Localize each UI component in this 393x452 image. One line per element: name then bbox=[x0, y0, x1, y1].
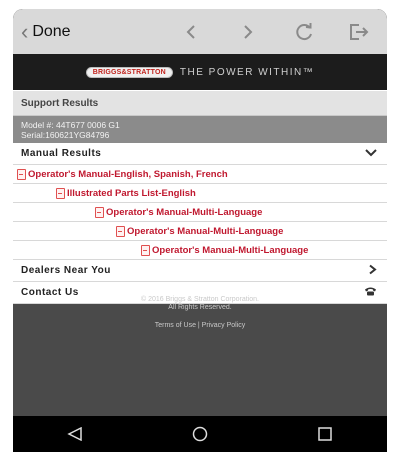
manual-link-2[interactable]: Illustrated Parts List-English bbox=[56, 187, 196, 199]
rights-text: All Rights Reserved. bbox=[168, 304, 232, 311]
manual-link-label: Operator's Manual-Multi-Language bbox=[127, 225, 284, 237]
manual-link-label: Operator's Manual-Multi-Language bbox=[152, 244, 309, 256]
manual-link-3[interactable]: Operator's Manual-Multi-Language bbox=[95, 206, 263, 218]
chevron-down-icon bbox=[365, 148, 377, 160]
pdf-icon bbox=[116, 225, 125, 237]
square-recents-icon bbox=[317, 427, 332, 441]
forward-button[interactable] bbox=[235, 19, 261, 45]
pdf-icon bbox=[17, 168, 26, 180]
chevron-right-icon bbox=[244, 25, 253, 39]
list-item: Operator's Manual-Multi-Language bbox=[13, 203, 387, 222]
page-footer: © 2016 Briggs & Stratton Corporation. Al… bbox=[13, 296, 387, 330]
triangle-back-icon bbox=[67, 427, 83, 441]
refresh-button[interactable] bbox=[291, 19, 317, 45]
manual-results-label: Manual Results bbox=[21, 148, 102, 159]
browser-toolbar: ‹ Done bbox=[13, 9, 387, 54]
done-button[interactable]: ‹ Done bbox=[21, 18, 171, 44]
dealers-near-you-row[interactable]: Dealers Near You bbox=[13, 260, 387, 282]
dealers-label: Dealers Near You bbox=[21, 265, 111, 276]
pdf-icon bbox=[95, 206, 104, 218]
back-button[interactable] bbox=[178, 19, 204, 45]
copyright-text: © 2016 Briggs & Stratton Corporation. bbox=[141, 296, 259, 303]
list-item: Operator's Manual-Multi-Language bbox=[13, 222, 387, 241]
manual-link-5[interactable]: Operator's Manual-Multi-Language bbox=[141, 244, 309, 256]
support-results-title: Support Results bbox=[21, 97, 99, 109]
manual-link-label: Illustrated Parts List-English bbox=[67, 187, 196, 199]
manual-link-label: Operator's Manual-English, Spanish, Fren… bbox=[28, 168, 228, 180]
brand-logo: BRIGGS&STRATTON bbox=[85, 66, 173, 78]
brand-banner: BRIGGS&STRATTON THE POWER WITHIN™ bbox=[13, 54, 387, 90]
share-out-icon bbox=[350, 24, 369, 40]
phone-frame: ‹ Done BRIGGS&STRATTON THE POWER WITHIN™… bbox=[13, 9, 387, 452]
chevron-left-icon bbox=[186, 25, 195, 39]
circle-home-icon bbox=[192, 426, 208, 442]
model-number: Model #: 44T677 0006 G1 bbox=[21, 119, 120, 130]
footer-links[interactable]: Terms of Use | Privacy Policy bbox=[13, 322, 387, 330]
support-results-header: Support Results bbox=[13, 90, 387, 116]
manual-link-4[interactable]: Operator's Manual-Multi-Language bbox=[116, 225, 284, 237]
model-info: Model #: 44T677 0006 G1 Serial:160621YG8… bbox=[13, 116, 387, 143]
serial-number: Serial:160621YG84796 bbox=[21, 129, 110, 140]
results-list: Manual Results Operator's Manual-English… bbox=[13, 143, 387, 304]
nav-home-button[interactable] bbox=[180, 419, 220, 449]
pdf-icon bbox=[141, 244, 150, 256]
share-button[interactable] bbox=[346, 19, 372, 45]
list-item: Operator's Manual-Multi-Language bbox=[13, 241, 387, 260]
android-nav-bar bbox=[13, 416, 387, 452]
list-item: Operator's Manual-English, Spanish, Fren… bbox=[13, 165, 387, 184]
chevron-left-icon: ‹ bbox=[21, 18, 29, 44]
screen: ‹ Done BRIGGS&STRATTON THE POWER WITHIN™… bbox=[13, 9, 387, 452]
brand-tagline: THE POWER WITHIN™ bbox=[179, 66, 315, 78]
done-label: Done bbox=[32, 22, 71, 40]
nav-back-button[interactable] bbox=[55, 419, 95, 449]
manual-results-toggle[interactable]: Manual Results bbox=[13, 143, 387, 165]
manual-link-label: Operator's Manual-Multi-Language bbox=[106, 206, 263, 218]
nav-recents-button[interactable] bbox=[305, 419, 345, 449]
chevron-right-icon bbox=[369, 264, 377, 277]
refresh-icon bbox=[296, 23, 312, 41]
list-item: Illustrated Parts List-English bbox=[13, 184, 387, 203]
pdf-icon bbox=[56, 187, 65, 199]
manual-link-1[interactable]: Operator's Manual-English, Spanish, Fren… bbox=[17, 168, 228, 180]
